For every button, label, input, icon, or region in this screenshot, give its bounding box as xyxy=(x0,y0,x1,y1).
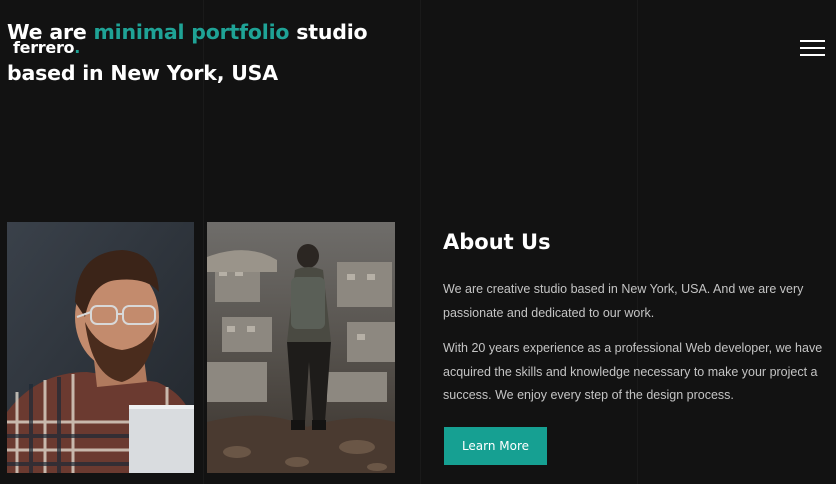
portfolio-image-backpacker-overlook xyxy=(207,222,395,473)
logo-dot: . xyxy=(74,38,81,57)
hero-title-line2: based in New York, USA xyxy=(7,61,278,85)
hero-title-text-end: studio xyxy=(289,20,368,44)
about-heading: About Us xyxy=(443,230,551,254)
menu-bar xyxy=(800,40,825,42)
site-logo[interactable]: ferrero. xyxy=(13,38,80,57)
logo-text: ferrero xyxy=(13,38,75,57)
grid-line xyxy=(420,0,421,484)
menu-bar xyxy=(800,47,825,49)
portfolio-image-man-with-glasses xyxy=(7,222,194,473)
grid-line xyxy=(637,0,638,484)
about-paragraph-1: We are creative studio based in New York… xyxy=(443,282,804,320)
hero-title-accent: minimal portfolio xyxy=(93,20,290,44)
about-paragraph-2: With 20 years experience as a profession… xyxy=(443,341,823,402)
hamburger-menu-icon[interactable] xyxy=(800,38,825,56)
menu-bar xyxy=(800,54,825,56)
learn-more-button[interactable]: Learn More xyxy=(444,427,547,465)
